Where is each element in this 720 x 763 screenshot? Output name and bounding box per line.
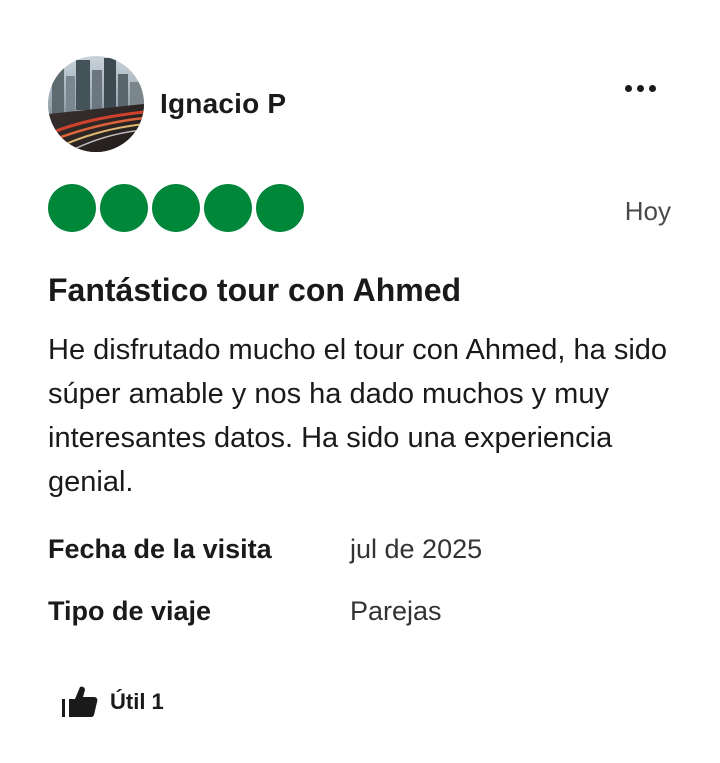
avatar[interactable]	[48, 56, 144, 152]
rating-bubble-filled	[204, 184, 252, 232]
helpful-label: Útil 1	[110, 689, 164, 714]
review-date: Hoy	[624, 196, 671, 226]
visit-date-value: jul de 2025	[350, 534, 483, 564]
rating-bubble-filled	[100, 184, 148, 232]
trip-type-label: Tipo de viaje	[48, 596, 212, 626]
trip-type-row: Tipo de viaje Parejas	[48, 596, 688, 636]
review-title: Fantástico tour con Ahmed	[48, 272, 462, 308]
thumbs-up-icon	[62, 686, 98, 717]
visit-date-row: Fecha de la visita jul de 2025	[48, 534, 688, 574]
review-body: He disfrutado mucho el tour con Ahmed, h…	[48, 334, 668, 498]
helpful-button[interactable]: Útil 1	[60, 682, 164, 722]
trip-type-value: Parejas	[350, 596, 442, 626]
rating-bubble-filled	[48, 184, 96, 232]
avatar-image	[48, 56, 144, 152]
more-horizontal-icon	[624, 84, 632, 92]
reviewer-name[interactable]: Ignacio P	[160, 88, 286, 120]
more-options-button[interactable]	[616, 74, 664, 102]
rating-bubble-filled	[256, 184, 304, 232]
review-card: Ignacio P Hoy Fantástico tour con Ahmed …	[0, 0, 720, 763]
visit-date-label: Fecha de la visita	[48, 534, 272, 564]
rating-bubble-filled	[152, 184, 200, 232]
rating-bubbles	[48, 184, 304, 232]
